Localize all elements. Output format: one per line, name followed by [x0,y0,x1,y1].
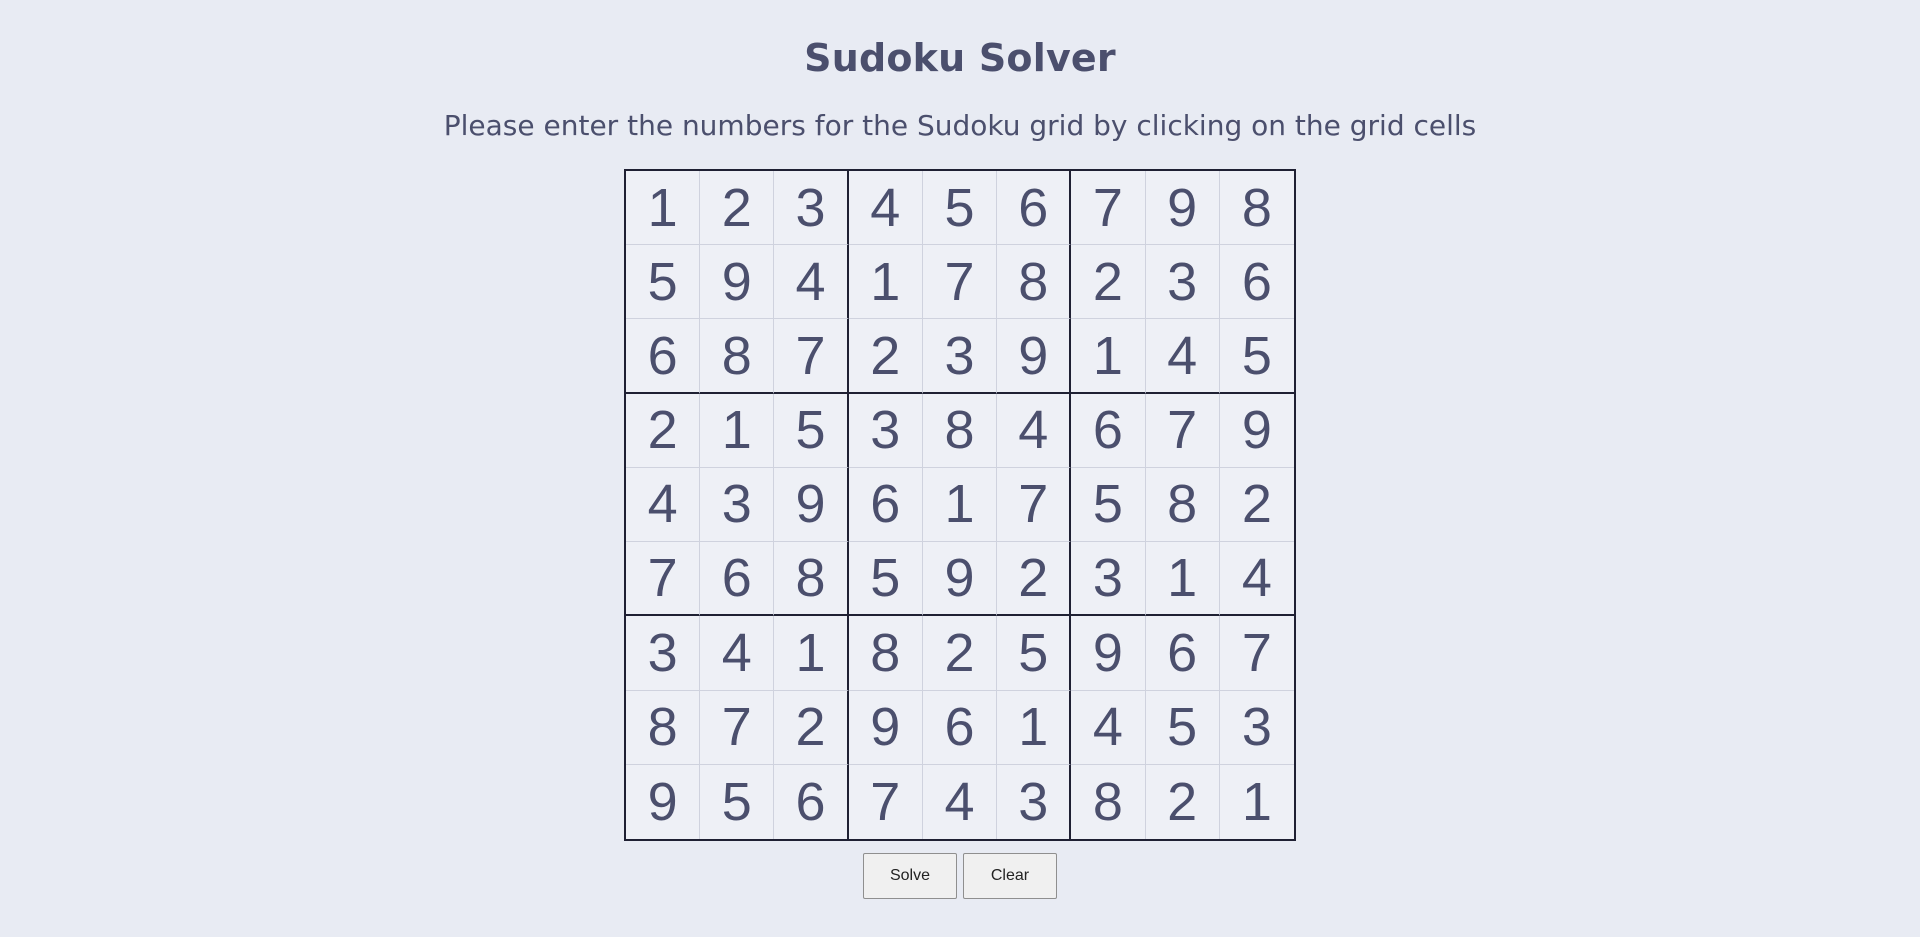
grid-cell[interactable]: 4 [1145,319,1220,394]
grid-cell[interactable]: 6 [1145,616,1220,691]
grid-cell[interactable]: 3 [997,764,1072,839]
grid-cell[interactable]: 1 [774,616,849,691]
grid-cell[interactable]: 9 [774,467,849,543]
page-title: Sudoku Solver [804,36,1116,80]
grid-cell[interactable]: 6 [700,542,775,617]
grid-cell[interactable]: 1 [1145,542,1220,617]
grid-cell[interactable]: 2 [848,319,923,394]
grid-cell[interactable]: 5 [774,393,849,468]
grid-cell[interactable]: 9 [700,245,775,320]
grid-cell[interactable]: 4 [922,764,998,839]
grid-cell[interactable]: 4 [997,393,1072,468]
grid-cell[interactable]: 7 [774,319,849,394]
grid-cell[interactable]: 4 [700,616,775,691]
grid-cell[interactable]: 1 [626,171,701,246]
grid-cell[interactable]: 7 [1219,616,1294,691]
grid-cell[interactable]: 5 [848,542,923,617]
grid-cell[interactable]: 5 [1219,319,1294,394]
grid-cell[interactable]: 9 [626,764,701,839]
grid-cell[interactable]: 7 [848,764,923,839]
grid-cell[interactable]: 5 [1071,467,1146,543]
grid-cell[interactable]: 6 [626,319,701,394]
grid-cell[interactable]: 7 [626,542,701,617]
grid-cell[interactable]: 2 [997,542,1072,617]
grid-cell[interactable]: 1 [848,245,923,320]
grid-cell[interactable]: 9 [1145,171,1220,246]
grid-cell[interactable]: 3 [848,393,923,468]
grid-cell[interactable]: 8 [922,393,998,468]
grid-cell[interactable]: 3 [1145,245,1220,320]
grid-cell[interactable]: 3 [1071,542,1146,617]
grid-cell[interactable]: 8 [1219,171,1294,246]
grid-cell[interactable]: 4 [626,467,701,543]
grid-cell[interactable]: 6 [922,690,998,765]
grid-cell[interactable]: 5 [922,171,998,246]
grid-cell[interactable]: 8 [997,245,1072,320]
grid-cell[interactable]: 6 [997,171,1072,246]
grid-cell[interactable]: 8 [626,690,701,765]
controls: Solve Clear [0,853,1920,899]
grid-cell[interactable]: 2 [1145,764,1220,839]
grid-cell[interactable]: 5 [997,616,1072,691]
grid-cell[interactable]: 2 [922,616,998,691]
grid-cell[interactable]: 2 [700,171,775,246]
grid-cell[interactable]: 5 [1145,690,1220,765]
grid-cell[interactable]: 3 [922,319,998,394]
grid-cell[interactable]: 5 [700,764,775,839]
instructions-text: Please enter the numbers for the Sudoku … [443,109,1477,142]
grid-cell[interactable]: 5 [626,245,701,320]
solve-button[interactable]: Solve [863,853,957,899]
grid-cell[interactable]: 9 [1071,616,1146,691]
page: Sudoku Solver Please enter the numbers f… [0,0,1920,937]
grid-cell[interactable]: 7 [700,690,775,765]
grid-cell[interactable]: 9 [848,690,923,765]
grid-cell[interactable]: 1 [700,393,775,468]
grid-cell[interactable]: 7 [922,245,998,320]
grid-cell[interactable]: 2 [626,393,701,468]
grid-cell[interactable]: 7 [1145,393,1220,468]
grid-cell[interactable]: 9 [1219,393,1294,468]
grid-cell[interactable]: 7 [997,467,1072,543]
grid-cell[interactable]: 4 [1219,542,1294,617]
grid-cell[interactable]: 4 [1071,690,1146,765]
grid-cell[interactable]: 6 [848,467,923,543]
grid-cell[interactable]: 2 [774,690,849,765]
grid-cell[interactable]: 8 [848,616,923,691]
grid-cell[interactable]: 6 [774,764,849,839]
grid-cell[interactable]: 6 [1219,245,1294,320]
grid-cell[interactable]: 1 [997,690,1072,765]
grid-cell[interactable]: 1 [1071,319,1146,394]
grid-cell[interactable]: 1 [1219,764,1294,839]
grid-cell[interactable]: 4 [774,245,849,320]
grid-cell[interactable]: 3 [774,171,849,246]
grid-cell[interactable]: 8 [1145,467,1220,543]
grid-cell[interactable]: 2 [1071,245,1146,320]
grid-cell[interactable]: 8 [700,319,775,394]
grid-cell[interactable]: 3 [1219,690,1294,765]
clear-button[interactable]: Clear [963,853,1057,899]
grid-cell[interactable]: 8 [1071,764,1146,839]
grid-cell[interactable]: 3 [700,467,775,543]
grid-cell[interactable]: 3 [626,616,701,691]
sudoku-grid: 1234567985941782366872391452153846794396… [624,169,1296,841]
grid-cell[interactable]: 7 [1071,171,1146,246]
grid-cell[interactable]: 1 [922,467,998,543]
grid-cell[interactable]: 8 [774,542,849,617]
grid-cell[interactable]: 4 [848,171,923,246]
grid-cell[interactable]: 2 [1219,467,1294,543]
grid-cell[interactable]: 6 [1071,393,1146,468]
grid-cell[interactable]: 9 [922,542,998,617]
grid-cell[interactable]: 9 [997,319,1072,394]
